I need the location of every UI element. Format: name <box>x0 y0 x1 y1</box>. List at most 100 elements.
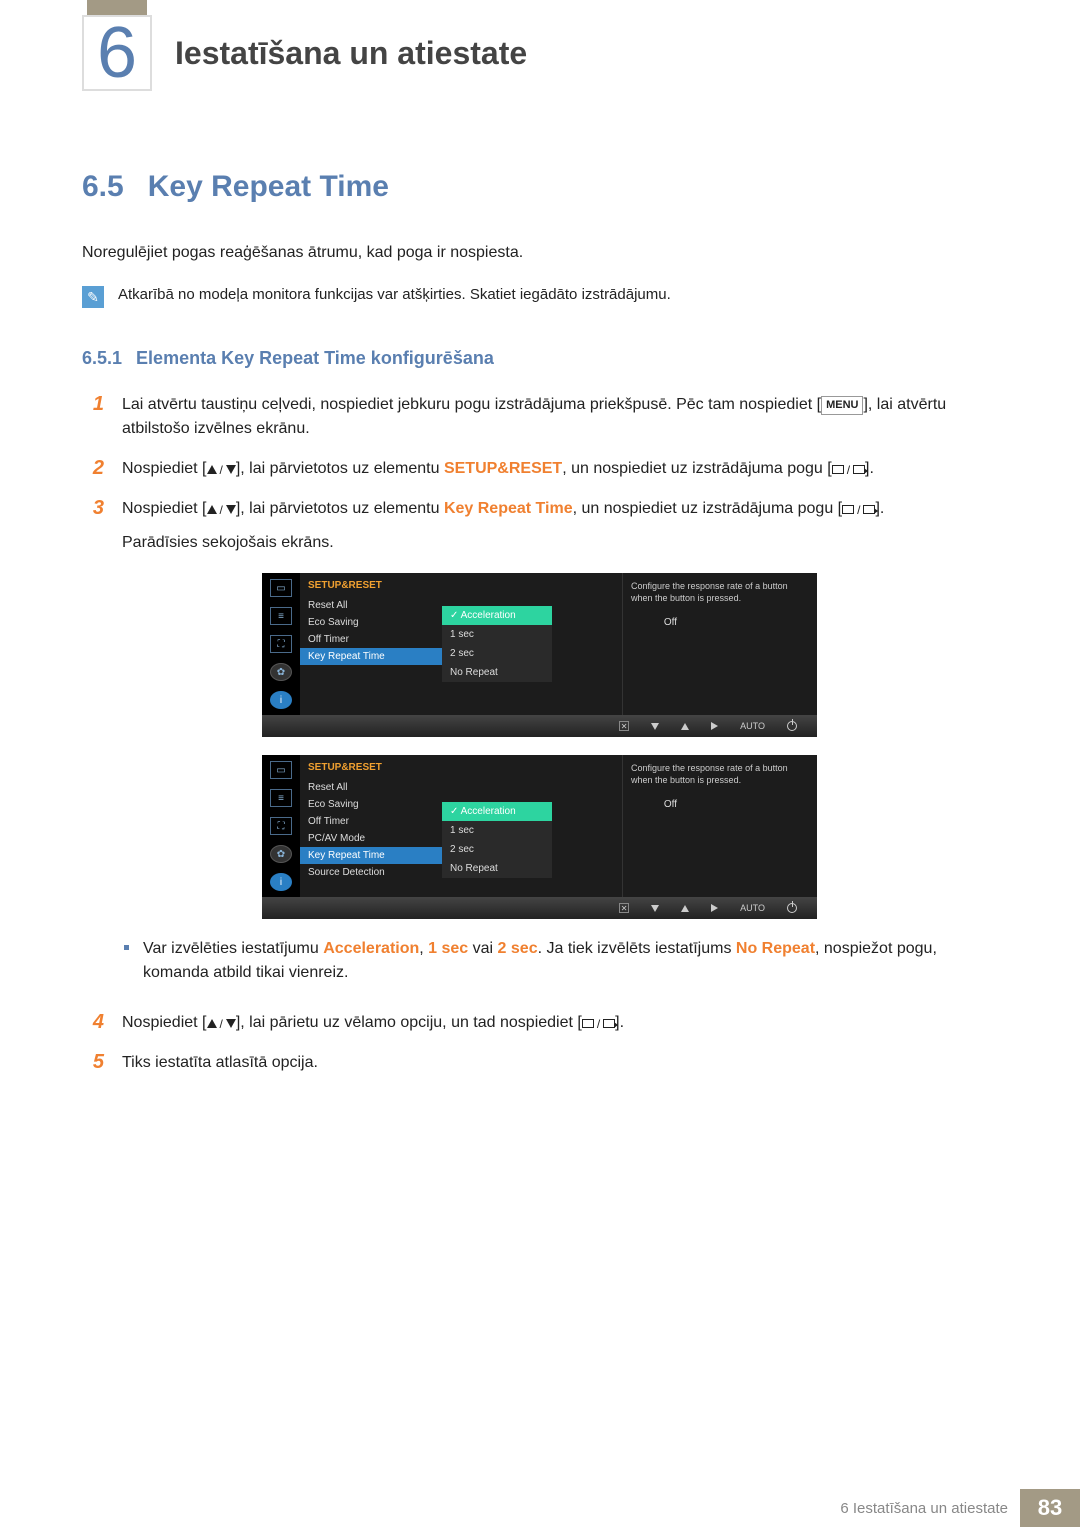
step-number: 5 <box>82 1051 104 1075</box>
osd-option-2sec: 2 sec <box>442 644 552 663</box>
step-body: Nospiediet [/], lai pārvietotos uz eleme… <box>122 497 998 555</box>
step-number: 1 <box>82 393 104 441</box>
note-text: Atkarībā no modeļa monitora funkcijas va… <box>118 286 998 303</box>
down-icon <box>651 723 659 730</box>
section-number: 6.5 <box>82 170 124 203</box>
chapter-header: 6 Iestatīšana un atiestate <box>0 0 1080 115</box>
options-bullet: Var izvēlēties iestatījumu Acceleration,… <box>124 937 998 985</box>
note-icon: ✎ <box>82 286 104 308</box>
osd-menu-list: SETUP&RESET Reset All Eco SavingOff Off … <box>300 755 442 897</box>
osd-title: SETUP&RESET <box>300 760 442 779</box>
power-icon <box>787 721 797 731</box>
osd-title: SETUP&RESET <box>300 578 442 597</box>
resize-icon: ⛶ <box>270 635 292 653</box>
osd-item-pc-av-mode: PC/AV Mode <box>300 830 442 847</box>
menu-button-label: MENU <box>821 396 863 415</box>
subsection-heading: 6.5.1Elementa Key Repeat Time konfigurēš… <box>82 348 998 369</box>
key-repeat-highlight: Key Repeat Time <box>444 500 573 517</box>
info-icon: i <box>270 873 292 891</box>
footer-page-number: 83 <box>1020 1489 1080 1527</box>
osd-option-1sec: 1 sec <box>442 625 552 644</box>
close-icon: ✕ <box>619 903 629 913</box>
section-title: Key Repeat Time <box>148 170 389 203</box>
osd-sidebar: ▭ ≡ ⛶ ✿ i <box>262 573 300 715</box>
osd-option-1sec: 1 sec <box>442 821 552 840</box>
two-sec-highlight: 2 sec <box>498 940 538 957</box>
osd-nav-bar: ✕ AUTO <box>262 715 817 737</box>
up-icon <box>681 723 689 730</box>
up-down-icon: / <box>207 1015 236 1033</box>
auto-label: AUTO <box>740 721 765 731</box>
up-down-icon: / <box>207 501 236 519</box>
step-2: 2 Nospiediet [/], lai pārvietotos uz ele… <box>82 457 998 481</box>
up-icon <box>681 905 689 912</box>
osd-item-eco-saving: Eco SavingOff <box>300 614 442 631</box>
step-1: 1 Lai atvērtu taustiņu ceļvedi, nospiedi… <box>82 393 998 441</box>
page-content: 6.5 Key Repeat Time Noregulējiet pogas re… <box>82 170 998 1091</box>
gear-icon: ✿ <box>270 845 292 863</box>
step-body: Nospiediet [/], lai pārvietotos uz eleme… <box>122 457 998 481</box>
list-icon: ≡ <box>270 789 292 807</box>
step-3-note: Parādīsies sekojošais ekrāns. <box>122 531 998 555</box>
osd-dropdown: Acceleration 1 sec 2 sec No Repeat <box>442 802 552 878</box>
monitor-icon: ▭ <box>270 761 292 779</box>
step-body: Tiks iestatīta atlasītā opcija. <box>122 1051 998 1075</box>
osd-dropdown-col: Acceleration 1 sec 2 sec No Repeat <box>442 755 622 897</box>
step-number: 3 <box>82 497 104 555</box>
chapter-title: Iestatīšana un atiestate <box>175 35 527 72</box>
osd-option-no-repeat: No Repeat <box>442 859 552 878</box>
list-icon: ≡ <box>270 607 292 625</box>
osd-screenshot-2: ▭ ≡ ⛶ ✿ i SETUP&RESET Reset All Eco Savi… <box>262 755 998 919</box>
source-enter-icon: / <box>842 501 875 519</box>
monitor-icon: ▭ <box>270 579 292 597</box>
note-row: ✎ Atkarībā no modeļa monitora funkcijas … <box>82 286 998 308</box>
chapter-number: 6 <box>97 12 137 94</box>
no-repeat-highlight: No Repeat <box>736 940 815 957</box>
osd-option-acceleration: Acceleration <box>442 606 552 625</box>
gear-icon: ✿ <box>270 663 292 681</box>
down-icon <box>651 905 659 912</box>
osd-menu-list: SETUP&RESET Reset All Eco SavingOff Off … <box>300 573 442 715</box>
source-enter-icon: / <box>582 1015 615 1033</box>
step-body: Lai atvērtu taustiņu ceļvedi, nospiediet… <box>122 393 998 441</box>
step-number: 4 <box>82 1011 104 1035</box>
bullet-icon <box>124 945 129 950</box>
power-icon <box>787 903 797 913</box>
osd-item-off-timer: Off Timer <box>300 813 442 830</box>
osd-item-reset-all: Reset All <box>300 779 442 796</box>
setup-reset-highlight: SETUP&RESET <box>444 460 562 477</box>
osd-screenshot-1: ▭ ≡ ⛶ ✿ i SETUP&RESET Reset All Eco Savi… <box>262 573 998 737</box>
footer-chapter-ref: 6 Iestatīšana un atiestate <box>828 1489 1020 1527</box>
step-body: Nospiediet [/], lai pārietu uz vēlamo op… <box>122 1011 998 1035</box>
up-down-icon: / <box>207 461 236 479</box>
osd-option-acceleration: Acceleration <box>442 802 552 821</box>
osd-item-key-repeat-time: Key Repeat Time <box>300 847 442 864</box>
osd-nav-bar: ✕ AUTO <box>262 897 817 919</box>
section-intro: Noregulējiet pogas reaģēšanas ātrumu, ka… <box>82 244 998 262</box>
step-number: 2 <box>82 457 104 481</box>
step-3: 3 Nospiediet [/], lai pārvietotos uz ele… <box>82 497 998 555</box>
right-icon <box>711 904 718 912</box>
chapter-number-box: 6 <box>82 15 152 91</box>
osd-item-eco-saving: Eco SavingOff <box>300 796 442 813</box>
resize-icon: ⛶ <box>270 817 292 835</box>
step-5: 5 Tiks iestatīta atlasītā opcija. <box>82 1051 998 1075</box>
acceleration-highlight: Acceleration <box>323 940 419 957</box>
auto-label: AUTO <box>740 903 765 913</box>
osd-item-source-detection: Source Detection <box>300 864 442 881</box>
close-icon: ✕ <box>619 721 629 731</box>
right-icon <box>711 722 718 730</box>
osd-option-no-repeat: No Repeat <box>442 663 552 682</box>
osd-item-off-timer: Off Timer <box>300 631 442 648</box>
page-footer: 6 Iestatīšana un atiestate 83 <box>0 1489 1080 1527</box>
osd-option-2sec: 2 sec <box>442 840 552 859</box>
step-4: 4 Nospiediet [/], lai pārietu uz vēlamo … <box>82 1011 998 1035</box>
osd-item-reset-all: Reset All <box>300 597 442 614</box>
osd-item-key-repeat-time: Key Repeat Time <box>300 648 442 665</box>
osd-tooltip: Configure the response rate of a button … <box>622 573 817 715</box>
subsection-number: 6.5.1 <box>82 348 122 368</box>
osd-dropdown: Acceleration 1 sec 2 sec No Repeat <box>442 606 552 682</box>
osd-sidebar: ▭ ≡ ⛶ ✿ i <box>262 755 300 897</box>
section-heading: 6.5 Key Repeat Time <box>82 170 998 204</box>
info-icon: i <box>270 691 292 709</box>
